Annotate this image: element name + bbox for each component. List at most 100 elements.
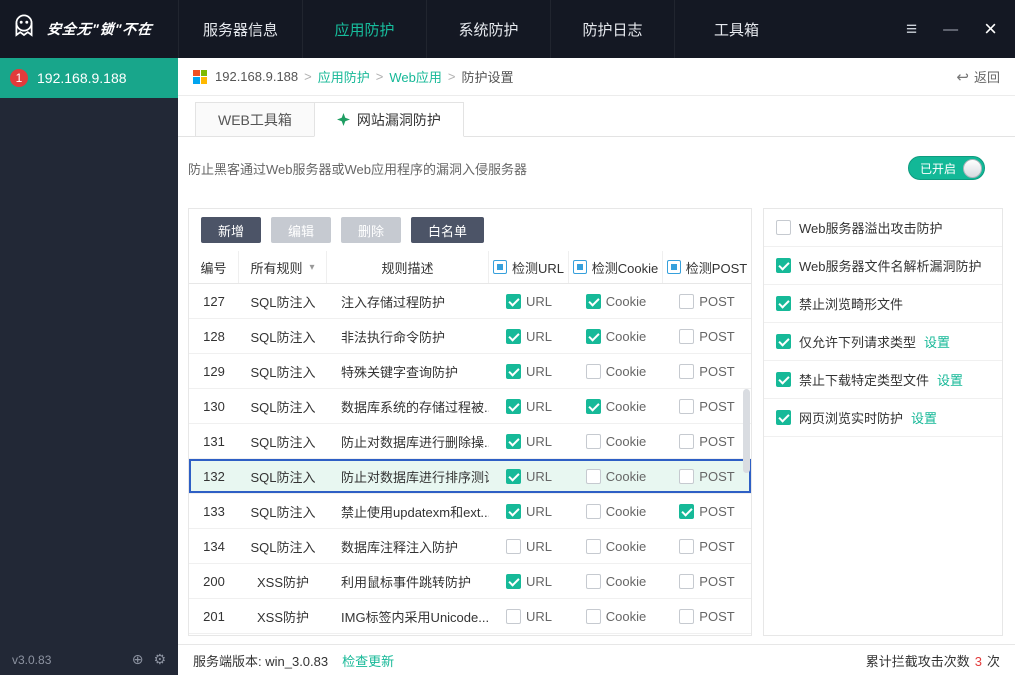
post-checkbox[interactable] [679, 363, 695, 379]
protection-option[interactable]: Web服务器文件名解析漏洞防护 [764, 247, 1002, 285]
url-checkbox-label: URL [525, 398, 552, 414]
cookie-checkbox[interactable] [585, 328, 601, 344]
option-checkbox[interactable] [776, 372, 791, 387]
rule-row-201[interactable]: 201 XSS防护 IMG标签内采用Unicode... URL Cookie … [189, 599, 751, 634]
rule-type: SQL防注入 [250, 399, 316, 415]
rule-row-133[interactable]: 133 SQL防注入 禁止使用updatexm和ext... URL Cooki… [189, 494, 751, 529]
tab-bar: WEB工具箱 网站漏洞防护 [178, 96, 1015, 137]
add-circle-icon[interactable]: ⊕ [132, 651, 144, 668]
rule-row-130[interactable]: 130 SQL防注入 数据库系统的存储过程被... URL Cookie POS… [189, 389, 751, 424]
cookie-checkbox[interactable] [585, 538, 601, 554]
protection-options-panel: Web服务器溢出攻击防护 Web服务器文件名解析漏洞防护 禁止浏览畸形文件 仅允… [763, 208, 1003, 636]
url-checkbox[interactable] [505, 573, 521, 589]
minimize-icon[interactable]: — [943, 22, 958, 37]
post-checkbox[interactable] [679, 398, 695, 414]
gear-icon[interactable]: ⚙ [153, 651, 166, 668]
cookie-checkbox[interactable] [585, 363, 601, 379]
option-checkbox[interactable] [776, 296, 791, 311]
close-icon[interactable]: × [984, 18, 997, 40]
rule-row-132[interactable]: 132 SQL防注入 防止对数据库进行排序测试 URL Cookie POST [189, 459, 751, 494]
cookie-checkbox[interactable] [585, 433, 601, 449]
post-checkbox[interactable] [679, 433, 695, 449]
whitelist-button[interactable]: 白名单 [411, 217, 485, 243]
url-checkbox[interactable] [505, 468, 521, 484]
rule-description: 数据库系统的存储过程被... [341, 399, 489, 415]
check-update-link[interactable]: 检查更新 [342, 651, 394, 670]
cookie-checkbox[interactable] [585, 293, 601, 309]
protection-option[interactable]: 禁止浏览畸形文件 [764, 285, 1002, 323]
cookie-checkbox[interactable] [585, 468, 601, 484]
protection-option[interactable]: Web服务器溢出攻击防护 [764, 209, 1002, 247]
sidebar: 1 192.168.9.188 v3.0.83 ⊕ ⚙ [0, 58, 178, 675]
cookie-checkbox[interactable] [585, 503, 601, 519]
post-checkbox[interactable] [679, 503, 695, 519]
rule-post-cell: POST [663, 599, 751, 633]
url-checkbox[interactable] [505, 398, 521, 414]
url-checkbox[interactable] [505, 608, 521, 624]
breadcrumb-item[interactable]: Web应用 [389, 67, 442, 86]
rule-description: 数据库注释注入防护 [341, 539, 459, 555]
rule-row-200[interactable]: 200 XSS防护 利用鼠标事件跳转防护 URL Cookie POST [189, 564, 751, 599]
select-all-post-checkbox[interactable] [666, 260, 681, 274]
topnav-item-工具箱[interactable]: 工具箱 [674, 0, 798, 58]
back-button[interactable]: ↩ 返回 [956, 67, 1000, 86]
post-checkbox[interactable] [679, 293, 695, 309]
sidebar-item-server[interactable]: 1 192.168.9.188 [0, 58, 178, 98]
delete-rule-button[interactable]: 删除 [341, 217, 402, 243]
header-rule-filter-dropdown[interactable]: 所有规则 ▾ [239, 251, 327, 283]
option-checkbox[interactable] [776, 220, 791, 235]
post-checkbox[interactable] [679, 538, 695, 554]
option-checkbox[interactable] [776, 334, 791, 349]
rule-cookie-cell: Cookie [569, 284, 663, 318]
url-checkbox[interactable] [505, 503, 521, 519]
cookie-checkbox[interactable] [585, 573, 601, 589]
add-rule-button[interactable]: 新增 [201, 217, 262, 243]
breadcrumb-separator: > [375, 69, 384, 84]
rule-cookie-cell: Cookie [569, 599, 663, 633]
app-logo: 安全无"锁"不在 [0, 0, 178, 58]
select-all-cookie-checkbox[interactable] [572, 260, 587, 274]
edit-rule-button[interactable]: 编辑 [271, 217, 332, 243]
rule-row-129[interactable]: 129 SQL防注入 特殊关键字查询防护 URL Cookie POST [189, 354, 751, 389]
url-checkbox[interactable] [505, 538, 521, 554]
url-checkbox-label: URL [525, 573, 552, 589]
rule-row-134[interactable]: 134 SQL防注入 数据库注释注入防护 URL Cookie POST [189, 529, 751, 564]
url-checkbox[interactable] [505, 433, 521, 449]
toggle-label: 已开启 [919, 161, 956, 176]
post-checkbox[interactable] [679, 608, 695, 624]
option-settings-link[interactable]: 设置 [924, 332, 950, 351]
tab-label: 网站漏洞防护 [356, 111, 441, 128]
option-checkbox[interactable] [776, 410, 791, 425]
protection-option[interactable]: 网页浏览实时防护 设置 [764, 399, 1002, 437]
tab-网站漏洞防护[interactable]: 网站漏洞防护 [313, 102, 464, 137]
rule-row-128[interactable]: 128 SQL防注入 非法执行命令防护 URL Cookie POST [189, 319, 751, 354]
protection-option[interactable]: 仅允许下列请求类型 设置 [764, 323, 1002, 361]
option-settings-link[interactable]: 设置 [937, 370, 963, 389]
url-checkbox[interactable] [505, 363, 521, 379]
post-checkbox[interactable] [679, 468, 695, 484]
breadcrumb-item[interactable]: 应用防护 [318, 67, 370, 86]
menu-icon[interactable]: ≡ [906, 20, 917, 39]
select-all-url-checkbox[interactable] [492, 260, 507, 274]
protection-option[interactable]: 禁止下载特定类型文件 设置 [764, 361, 1002, 399]
topnav-item-服务器信息[interactable]: 服务器信息 [178, 0, 302, 58]
post-checkbox[interactable] [679, 328, 695, 344]
rule-description: 利用鼠标事件跳转防护 [341, 574, 472, 590]
topnav-item-应用防护[interactable]: 应用防护 [302, 0, 426, 58]
option-settings-link[interactable]: 设置 [911, 408, 937, 427]
topnav-item-系统防护[interactable]: 系统防护 [426, 0, 550, 58]
tab-WEB工具箱[interactable]: WEB工具箱 [195, 102, 315, 137]
option-checkbox[interactable] [776, 258, 791, 273]
post-checkbox-label: POST [699, 293, 735, 309]
rule-row-131[interactable]: 131 SQL防注入 防止对数据库进行删除操... URL Cookie POS… [189, 424, 751, 459]
url-checkbox[interactable] [505, 328, 521, 344]
rule-id: 128 [203, 328, 225, 344]
cookie-checkbox[interactable] [585, 608, 601, 624]
url-checkbox[interactable] [505, 293, 521, 309]
topnav-item-防护日志[interactable]: 防护日志 [550, 0, 674, 58]
table-scrollbar-thumb[interactable] [743, 389, 750, 473]
cookie-checkbox[interactable] [585, 398, 601, 414]
post-checkbox[interactable] [679, 573, 695, 589]
protection-toggle[interactable]: 已开启 [907, 156, 985, 180]
rule-row-127[interactable]: 127 SQL防注入 注入存储过程防护 URL Cookie POST [189, 284, 751, 319]
